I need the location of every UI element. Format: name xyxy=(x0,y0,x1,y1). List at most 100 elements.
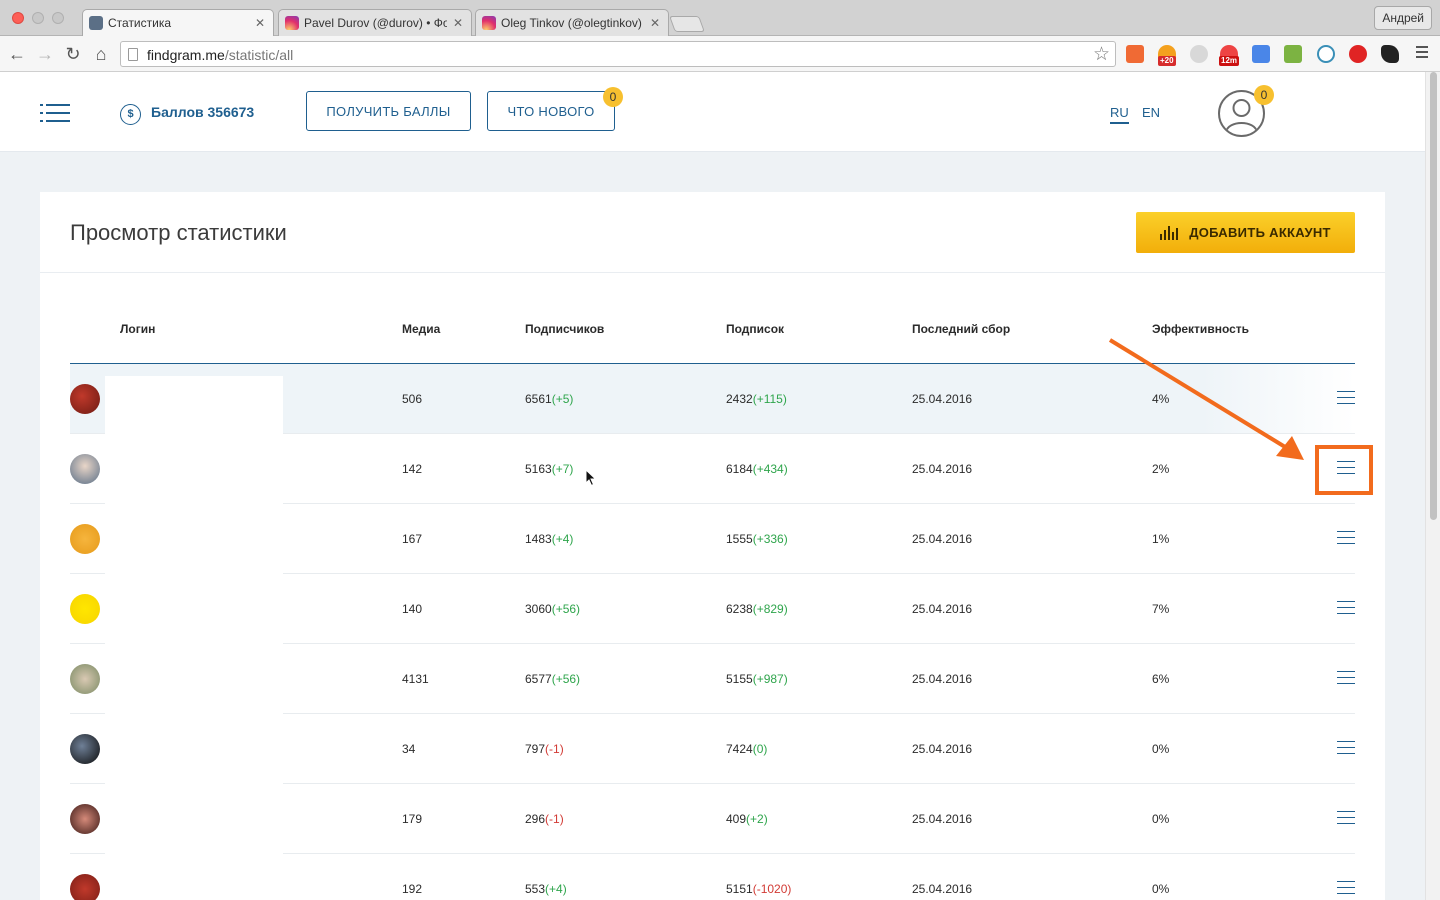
media-count: 142 xyxy=(402,462,423,476)
last-collect-date: 25.04.2016 xyxy=(912,462,973,476)
efficiency-value: 0% xyxy=(1152,812,1170,826)
last-collect-date: 25.04.2016 xyxy=(912,392,973,406)
extension-icon[interactable]: 12m xyxy=(1219,45,1240,66)
lang-en-link[interactable]: EN xyxy=(1142,105,1160,120)
close-tab-icon[interactable]: ✕ xyxy=(255,16,265,30)
followers-delta: (+4) xyxy=(551,532,574,546)
media-count: 179 xyxy=(402,812,423,826)
home-icon[interactable]: ⌂ xyxy=(89,42,113,66)
page-scrollbar[interactable] xyxy=(1425,72,1440,900)
translate-extension-icon[interactable] xyxy=(1252,45,1270,63)
tab-title: Статистика xyxy=(108,16,172,30)
add-account-button[interactable]: ДОБАВИТЬ АККАУНТ xyxy=(1136,212,1355,253)
last-collect-date: 25.04.2016 xyxy=(912,812,973,826)
row-menu-icon[interactable] xyxy=(1337,601,1355,615)
hidden-logins-overlay xyxy=(105,376,283,900)
extension-icon[interactable] xyxy=(1284,45,1302,63)
instagram-favicon-icon xyxy=(285,16,299,30)
annotation-arrow-icon xyxy=(1108,338,1304,460)
row-menu-icon[interactable] xyxy=(1337,671,1355,685)
instagram-favicon-icon xyxy=(482,16,496,30)
row-menu-icon[interactable] xyxy=(1337,531,1355,545)
extension-icon[interactable] xyxy=(1317,45,1335,63)
browser-menu-icon[interactable] xyxy=(1416,46,1428,60)
browser-tab-statistics[interactable]: Статистика ✕ xyxy=(82,9,274,36)
media-count: 140 xyxy=(402,602,423,616)
followers-delta: (+56) xyxy=(551,672,581,686)
maximize-window-button[interactable] xyxy=(52,12,64,24)
column-login[interactable]: Логин xyxy=(120,322,155,336)
address-bar[interactable]: findgram.me/statistic/all ☆ xyxy=(120,41,1116,67)
column-followers[interactable]: Подписчиков xyxy=(525,322,604,336)
browser-tab-tinkov[interactable]: Oleg Tinkov (@olegtinkov) ✕ xyxy=(475,9,669,36)
tab-title: Pavel Durov (@durov) • Фо xyxy=(304,16,447,30)
following-delta: (+115) xyxy=(752,392,787,406)
account-avatar[interactable] xyxy=(70,734,100,764)
close-window-button[interactable] xyxy=(12,12,24,24)
row-menu-icon[interactable] xyxy=(1337,881,1355,895)
column-media[interactable]: Медиа xyxy=(402,322,440,336)
following-delta: (-1020) xyxy=(752,882,792,896)
account-avatar[interactable] xyxy=(70,524,100,554)
media-count: 4131 xyxy=(402,672,429,686)
following-delta: (+434) xyxy=(752,462,788,476)
browser-toolbar: ← → ↻ ⌂ findgram.me/statistic/all ☆ +20 … xyxy=(0,36,1440,72)
lang-ru-link[interactable]: RU xyxy=(1110,105,1129,124)
whats-new-button[interactable]: ЧТО НОВОГО xyxy=(487,91,615,131)
annotation-highlight-box xyxy=(1315,445,1373,495)
account-avatar[interactable] xyxy=(70,454,100,484)
power-extension-icon[interactable] xyxy=(1349,45,1367,63)
efficiency-value: 1% xyxy=(1152,532,1170,546)
account-avatar[interactable] xyxy=(70,804,100,834)
user-notification-badge: 0 xyxy=(1254,85,1274,105)
minimize-window-button[interactable] xyxy=(32,12,44,24)
followers-count: 6561(+5) xyxy=(525,392,574,406)
hamburger-menu-icon[interactable] xyxy=(40,103,70,123)
browser-profile-button[interactable]: Андрей xyxy=(1374,6,1432,30)
coin-icon: $ xyxy=(120,104,141,125)
followers-count: 6577(+56) xyxy=(525,672,581,686)
page-title: Просмотр статистики xyxy=(70,220,287,245)
get-points-button[interactable]: ПОЛУЧИТЬ БАЛЛЫ xyxy=(306,91,471,131)
tab-title: Oleg Tinkov (@olegtinkov) xyxy=(501,16,642,30)
extension-icon[interactable] xyxy=(1126,45,1144,63)
followers-count: 296(-1) xyxy=(525,812,564,826)
row-menu-icon[interactable] xyxy=(1337,391,1355,405)
following-count: 1555(+336) xyxy=(726,532,788,546)
browser-tab-durov[interactable]: Pavel Durov (@durov) • Фо ✕ xyxy=(278,9,472,36)
extension-icon[interactable] xyxy=(1190,45,1208,63)
account-avatar[interactable] xyxy=(70,874,100,900)
close-tab-icon[interactable]: ✕ xyxy=(650,16,660,30)
page-viewport: $ Баллов 356673 ПОЛУЧИТЬ БАЛЛЫ ЧТО НОВОГ… xyxy=(0,72,1425,900)
extension-icon[interactable] xyxy=(1381,45,1399,63)
column-last-collect[interactable]: Последний сбор xyxy=(912,322,1010,336)
following-delta: (+336) xyxy=(752,532,788,546)
mouse-cursor-icon xyxy=(585,469,597,487)
scrollbar-thumb[interactable] xyxy=(1430,72,1437,520)
row-menu-icon[interactable] xyxy=(1337,741,1355,755)
add-account-label: ДОБАВИТЬ АККАУНТ xyxy=(1189,225,1331,240)
efficiency-value: 6% xyxy=(1152,672,1170,686)
row-menu-icon[interactable] xyxy=(1337,811,1355,825)
account-avatar[interactable] xyxy=(70,664,100,694)
account-avatar[interactable] xyxy=(70,384,100,414)
close-tab-icon[interactable]: ✕ xyxy=(453,16,463,30)
account-avatar[interactable] xyxy=(70,594,100,624)
forward-arrow-icon[interactable]: → xyxy=(33,42,57,66)
last-collect-date: 25.04.2016 xyxy=(912,882,973,896)
extension-icon[interactable]: +20 xyxy=(1158,45,1176,66)
efficiency-value: 0% xyxy=(1152,742,1170,756)
followers-count: 1483(+4) xyxy=(525,532,574,546)
bookmark-star-icon[interactable]: ☆ xyxy=(1093,43,1110,66)
findgram-favicon-icon xyxy=(89,16,103,30)
points-balance: Баллов 356673 xyxy=(151,104,255,120)
new-tab-button[interactable] xyxy=(669,16,705,32)
back-arrow-icon[interactable]: ← xyxy=(5,42,29,66)
following-count: 5155(+987) xyxy=(726,672,788,686)
following-count: 6184(+434) xyxy=(726,462,788,476)
column-following[interactable]: Подписок xyxy=(726,322,784,336)
site-header: $ Баллов 356673 ПОЛУЧИТЬ БАЛЛЫ ЧТО НОВОГ… xyxy=(0,72,1425,152)
last-collect-date: 25.04.2016 xyxy=(912,742,973,756)
following-count: 409(+2) xyxy=(726,812,768,826)
reload-icon[interactable]: ↻ xyxy=(61,42,85,66)
